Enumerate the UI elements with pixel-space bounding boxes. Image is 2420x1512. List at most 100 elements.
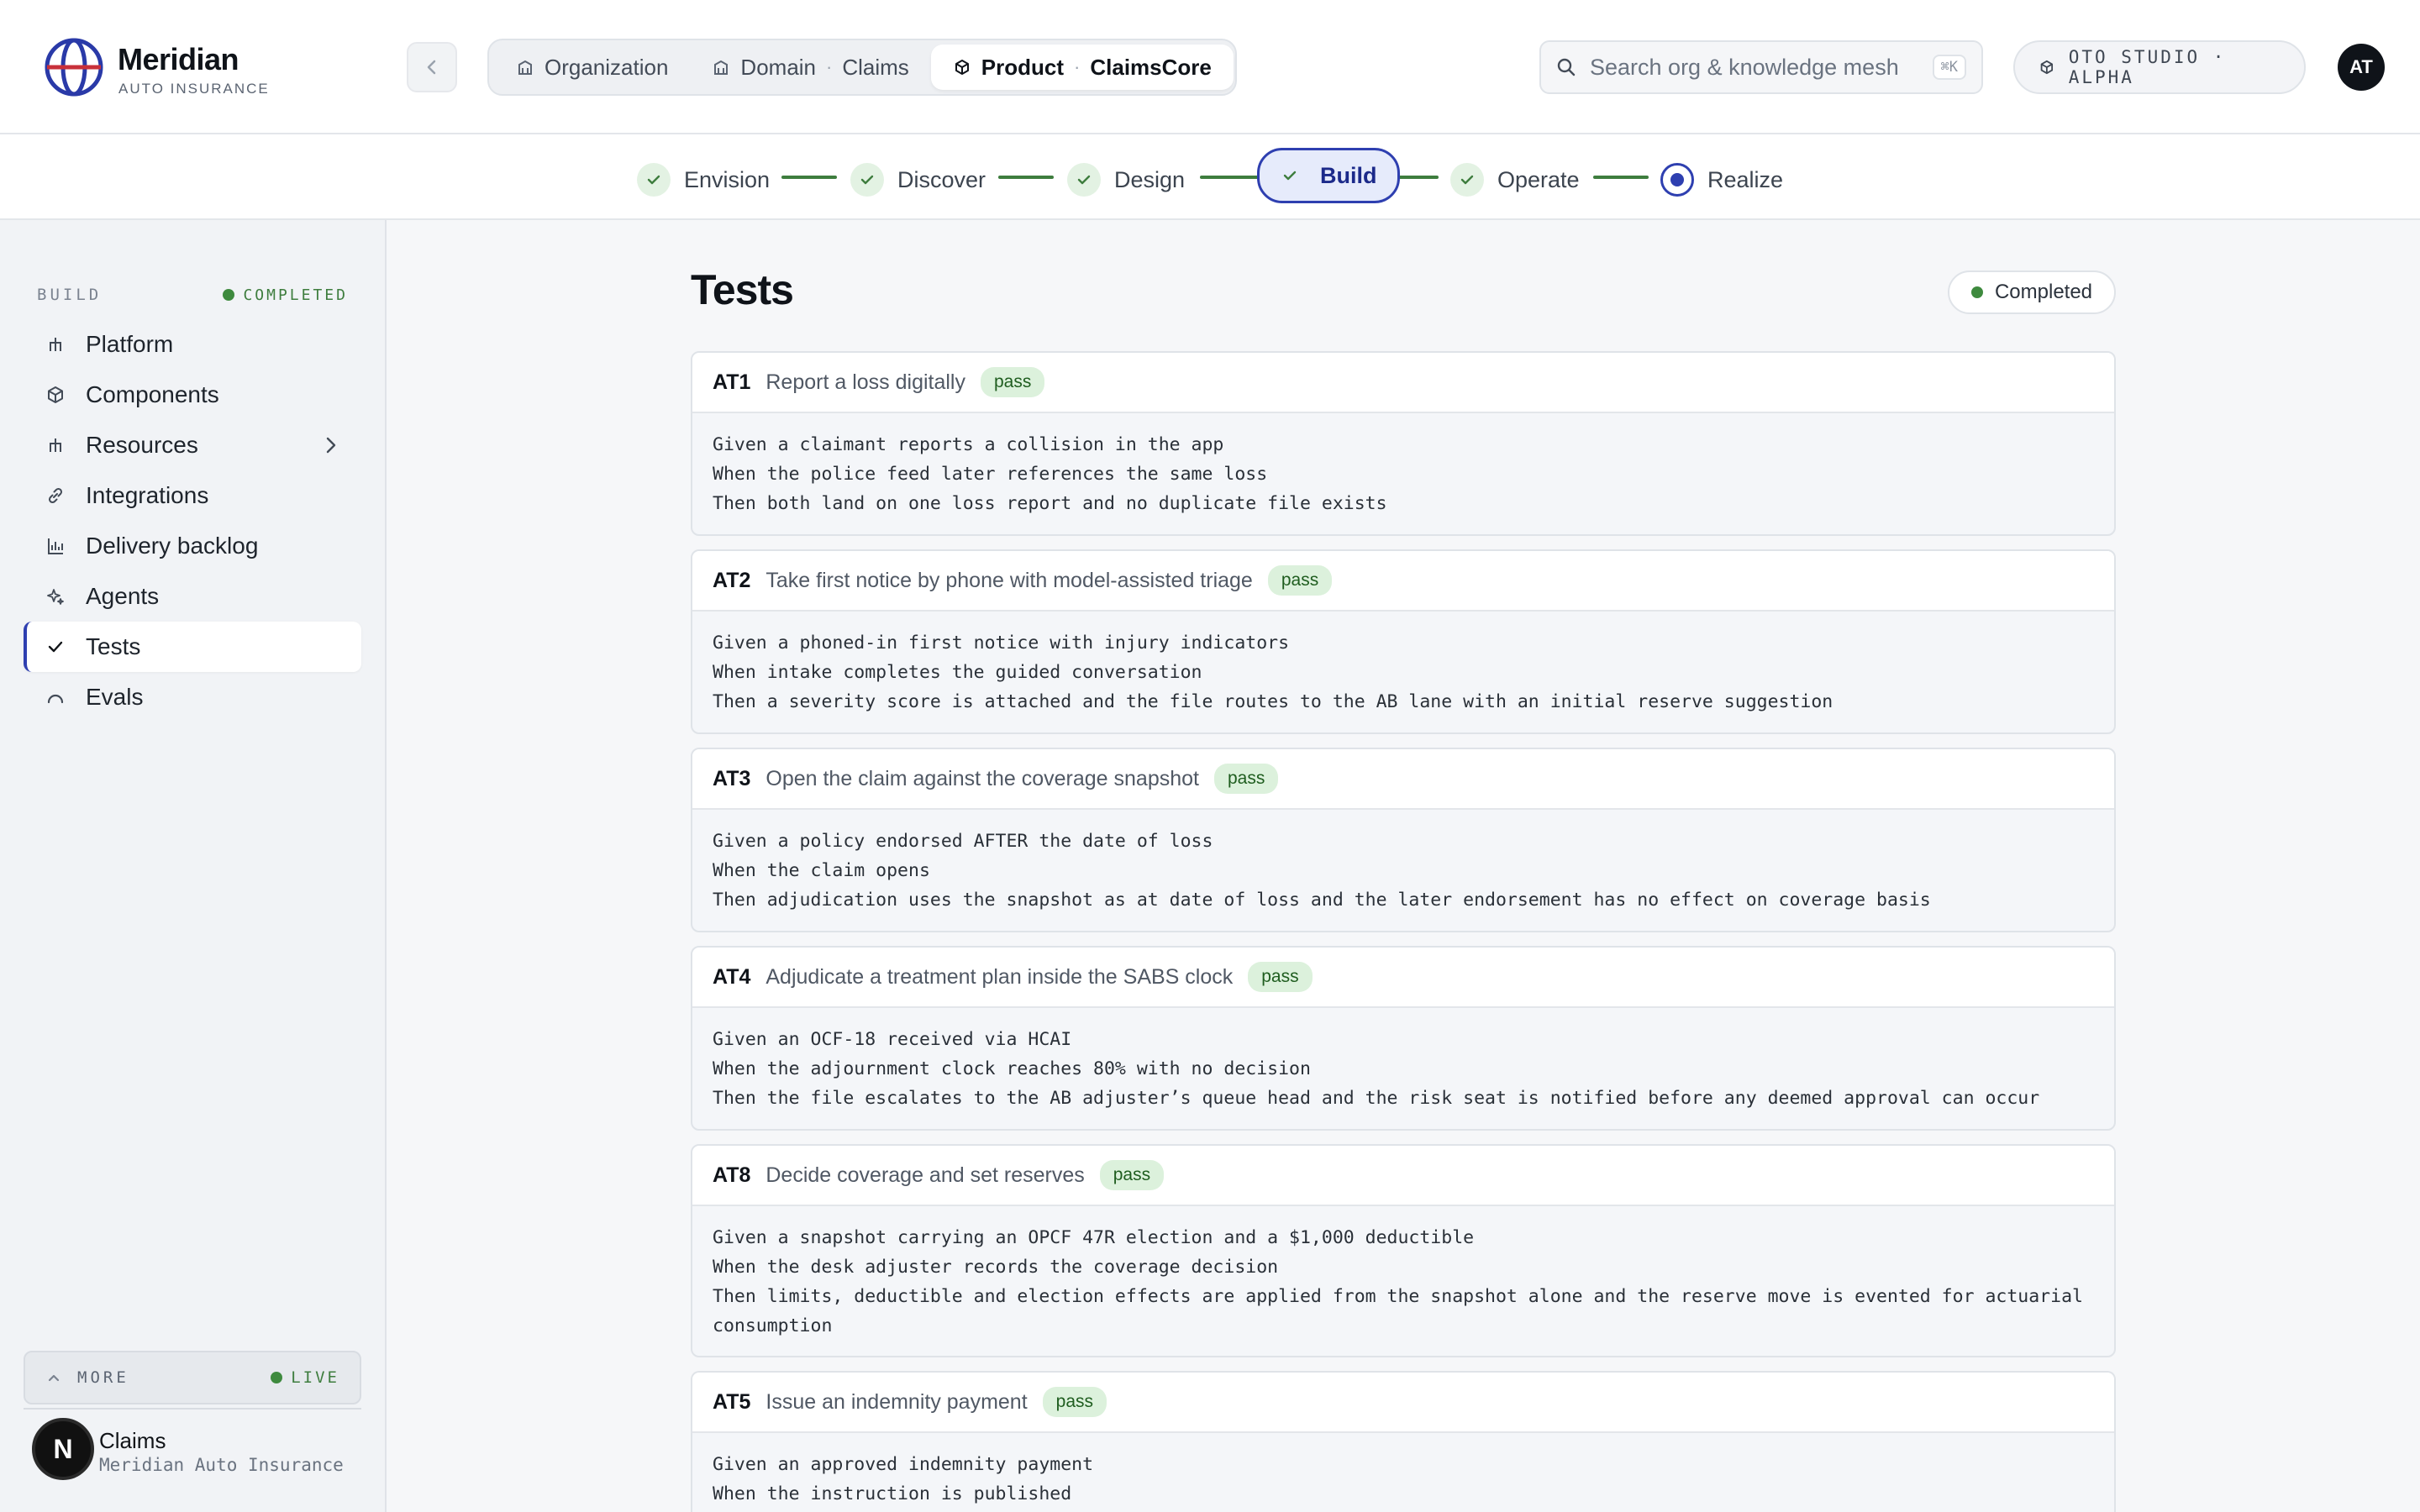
collapse-button[interactable] — [407, 42, 457, 92]
sidebar-item-label: Delivery backlog — [86, 533, 259, 559]
scenario-when: When intake completes the guided convers… — [713, 662, 1202, 683]
test-scenario: Given a phoned-in first notice with inju… — [692, 612, 2114, 732]
breadcrumb-domain[interactable]: Domain · Claims — [690, 45, 930, 90]
breadcrumb-label: Organization — [544, 54, 669, 80]
studio-label: OTO STUDIO · ALPHA — [2068, 47, 2227, 87]
step-realize[interactable]: Realize — [1660, 156, 1783, 203]
breadcrumb-separator: · — [826, 56, 833, 77]
gauge-icon — [44, 685, 67, 709]
more-toggle[interactable]: MORE LIVE — [24, 1351, 361, 1404]
sidebar-item-label: Evals — [86, 684, 144, 710]
test-title: Decide coverage and set reserves — [765, 1163, 1085, 1187]
status-dot-icon — [223, 289, 235, 301]
sidebar-status-label: COMPLETED — [243, 286, 348, 304]
test-scenario: Given a policy endorsed AFTER the date o… — [692, 810, 2114, 930]
sidebar-item-label: Tests — [86, 633, 141, 659]
test-card[interactable]: AT3 Open the claim against the coverage … — [691, 748, 2116, 932]
cube-icon — [955, 60, 969, 75]
step-discover[interactable]: Discover — [850, 156, 986, 203]
sidebar-item-resources[interactable]: Resources — [24, 420, 361, 470]
sidebar-divider — [24, 1408, 361, 1410]
search-shortcut: ⌘K — [1932, 55, 1966, 80]
scenario-then: Then limits, deductible and election eff… — [713, 1286, 2083, 1336]
sparkle-icon — [44, 585, 67, 608]
status-dot-icon — [271, 1372, 283, 1383]
breadcrumb-product[interactable]: Product · ClaimsCore — [930, 45, 1234, 90]
test-scenario: Given a claimant reports a collision in … — [692, 413, 2114, 533]
cube-icon — [44, 383, 67, 407]
test-card[interactable]: AT4 Adjudicate a treatment plan inside t… — [691, 946, 2116, 1131]
sidebar-item-integrations[interactable]: Integrations — [24, 470, 361, 521]
account-avatar[interactable]: N — [32, 1418, 94, 1480]
pass-badge: pass — [981, 367, 1045, 397]
sidebar-nav: Platform Components Resources Integratio… — [24, 319, 361, 722]
step-operate[interactable]: Operate — [1450, 156, 1580, 203]
breadcrumb-label: Product — [981, 54, 1065, 80]
more-label: MORE — [77, 1368, 129, 1387]
step-build[interactable]: Build — [1257, 148, 1400, 203]
step-connector — [998, 176, 1054, 179]
check-icon — [1273, 159, 1307, 192]
live-label: LIVE — [291, 1368, 339, 1387]
scenario-then: Then the file escalates to the AB adjust… — [713, 1088, 2040, 1109]
meridian-globe-logo[interactable] — [44, 37, 104, 97]
chevron-right-icon[interactable] — [321, 433, 341, 457]
test-title: Adjudicate a treatment plan inside the S… — [765, 964, 1234, 989]
step-label: Operate — [1497, 166, 1580, 192]
test-card-header[interactable]: AT4 Adjudicate a treatment plan inside t… — [692, 948, 2114, 1008]
sidebar-item-tests[interactable]: Tests — [24, 622, 361, 672]
pass-badge: pass — [1248, 962, 1313, 992]
test-id: AT4 — [713, 964, 751, 989]
check-icon — [850, 163, 884, 197]
link-icon — [44, 484, 67, 507]
sidebar-item-evals[interactable]: Evals — [24, 672, 361, 722]
sidebar-item-delivery-backlog[interactable]: Delivery backlog — [24, 521, 361, 571]
pass-badge: pass — [1042, 1387, 1107, 1417]
sidebar-item-label: Resources — [86, 432, 198, 458]
scenario-given: Given a snapshot carrying an OPCF 47R el… — [713, 1227, 1475, 1248]
test-card-header[interactable]: AT3 Open the claim against the coverage … — [692, 749, 2114, 810]
sidebar-item-components[interactable]: Components — [24, 370, 361, 420]
account-name[interactable]: Claims — [99, 1428, 166, 1454]
test-card[interactable]: AT5 Issue an indemnity payment pass Give… — [691, 1371, 2116, 1512]
scenario-when: When the adjournment clock reaches 80% w… — [713, 1058, 1311, 1079]
pass-badge: pass — [1099, 1160, 1165, 1190]
search-input[interactable]: Search org & knowledge mesh ⌘K — [1539, 40, 1983, 94]
status-dot-icon — [1970, 286, 1983, 298]
step-envision[interactable]: Envision — [637, 156, 770, 203]
test-card-header[interactable]: AT1 Report a loss digitally pass — [692, 353, 2114, 413]
status-badge: Completed — [1948, 270, 2116, 314]
current-phase-icon — [1660, 163, 1694, 197]
test-card[interactable]: AT1 Report a loss digitally pass Given a… — [691, 351, 2116, 536]
pass-badge: pass — [1267, 565, 1333, 596]
breadcrumb-organization[interactable]: Organization — [494, 45, 690, 90]
test-title: Open the claim against the coverage snap… — [765, 766, 1199, 790]
fork-icon — [44, 433, 67, 457]
step-label: Realize — [1707, 166, 1784, 192]
account-org: Meridian Auto Insurance — [99, 1455, 344, 1475]
sidebar-item-label: Components — [86, 381, 219, 407]
sidebar-item-label: Integrations — [86, 482, 209, 508]
scenario-given: Given a claimant reports a collision in … — [713, 434, 1224, 455]
sidebar-header: BUILD COMPLETED — [37, 286, 348, 304]
sidebar: BUILD COMPLETED Platform Components Reso… — [0, 220, 387, 1512]
test-card[interactable]: AT8 Decide coverage and set reserves pas… — [691, 1144, 2116, 1357]
check-icon — [637, 163, 671, 197]
test-card-header[interactable]: AT2 Take first notice by phone with mode… — [692, 551, 2114, 612]
test-card[interactable]: AT2 Take first notice by phone with mode… — [691, 549, 2116, 734]
step-connector — [1200, 176, 1259, 179]
sidebar-item-label: Platform — [86, 331, 174, 357]
step-connector — [1593, 176, 1649, 179]
breadcrumb-label: Domain — [740, 54, 817, 80]
sidebar-status: COMPLETED — [223, 286, 348, 304]
studio-badge[interactable]: OTO STUDIO · ALPHA — [2013, 40, 2306, 94]
test-card-header[interactable]: AT5 Issue an indemnity payment pass — [692, 1373, 2114, 1433]
sidebar-item-label: Agents — [86, 583, 160, 609]
sidebar-item-platform[interactable]: Platform — [24, 319, 361, 370]
scenario-given: Given a phoned-in first notice with inju… — [713, 633, 1290, 654]
step-design[interactable]: Design — [1067, 156, 1185, 203]
building-icon — [714, 60, 729, 75]
sidebar-item-agents[interactable]: Agents — [24, 571, 361, 622]
user-avatar[interactable]: AT — [2338, 44, 2385, 91]
test-card-header[interactable]: AT8 Decide coverage and set reserves pas… — [692, 1146, 2114, 1206]
